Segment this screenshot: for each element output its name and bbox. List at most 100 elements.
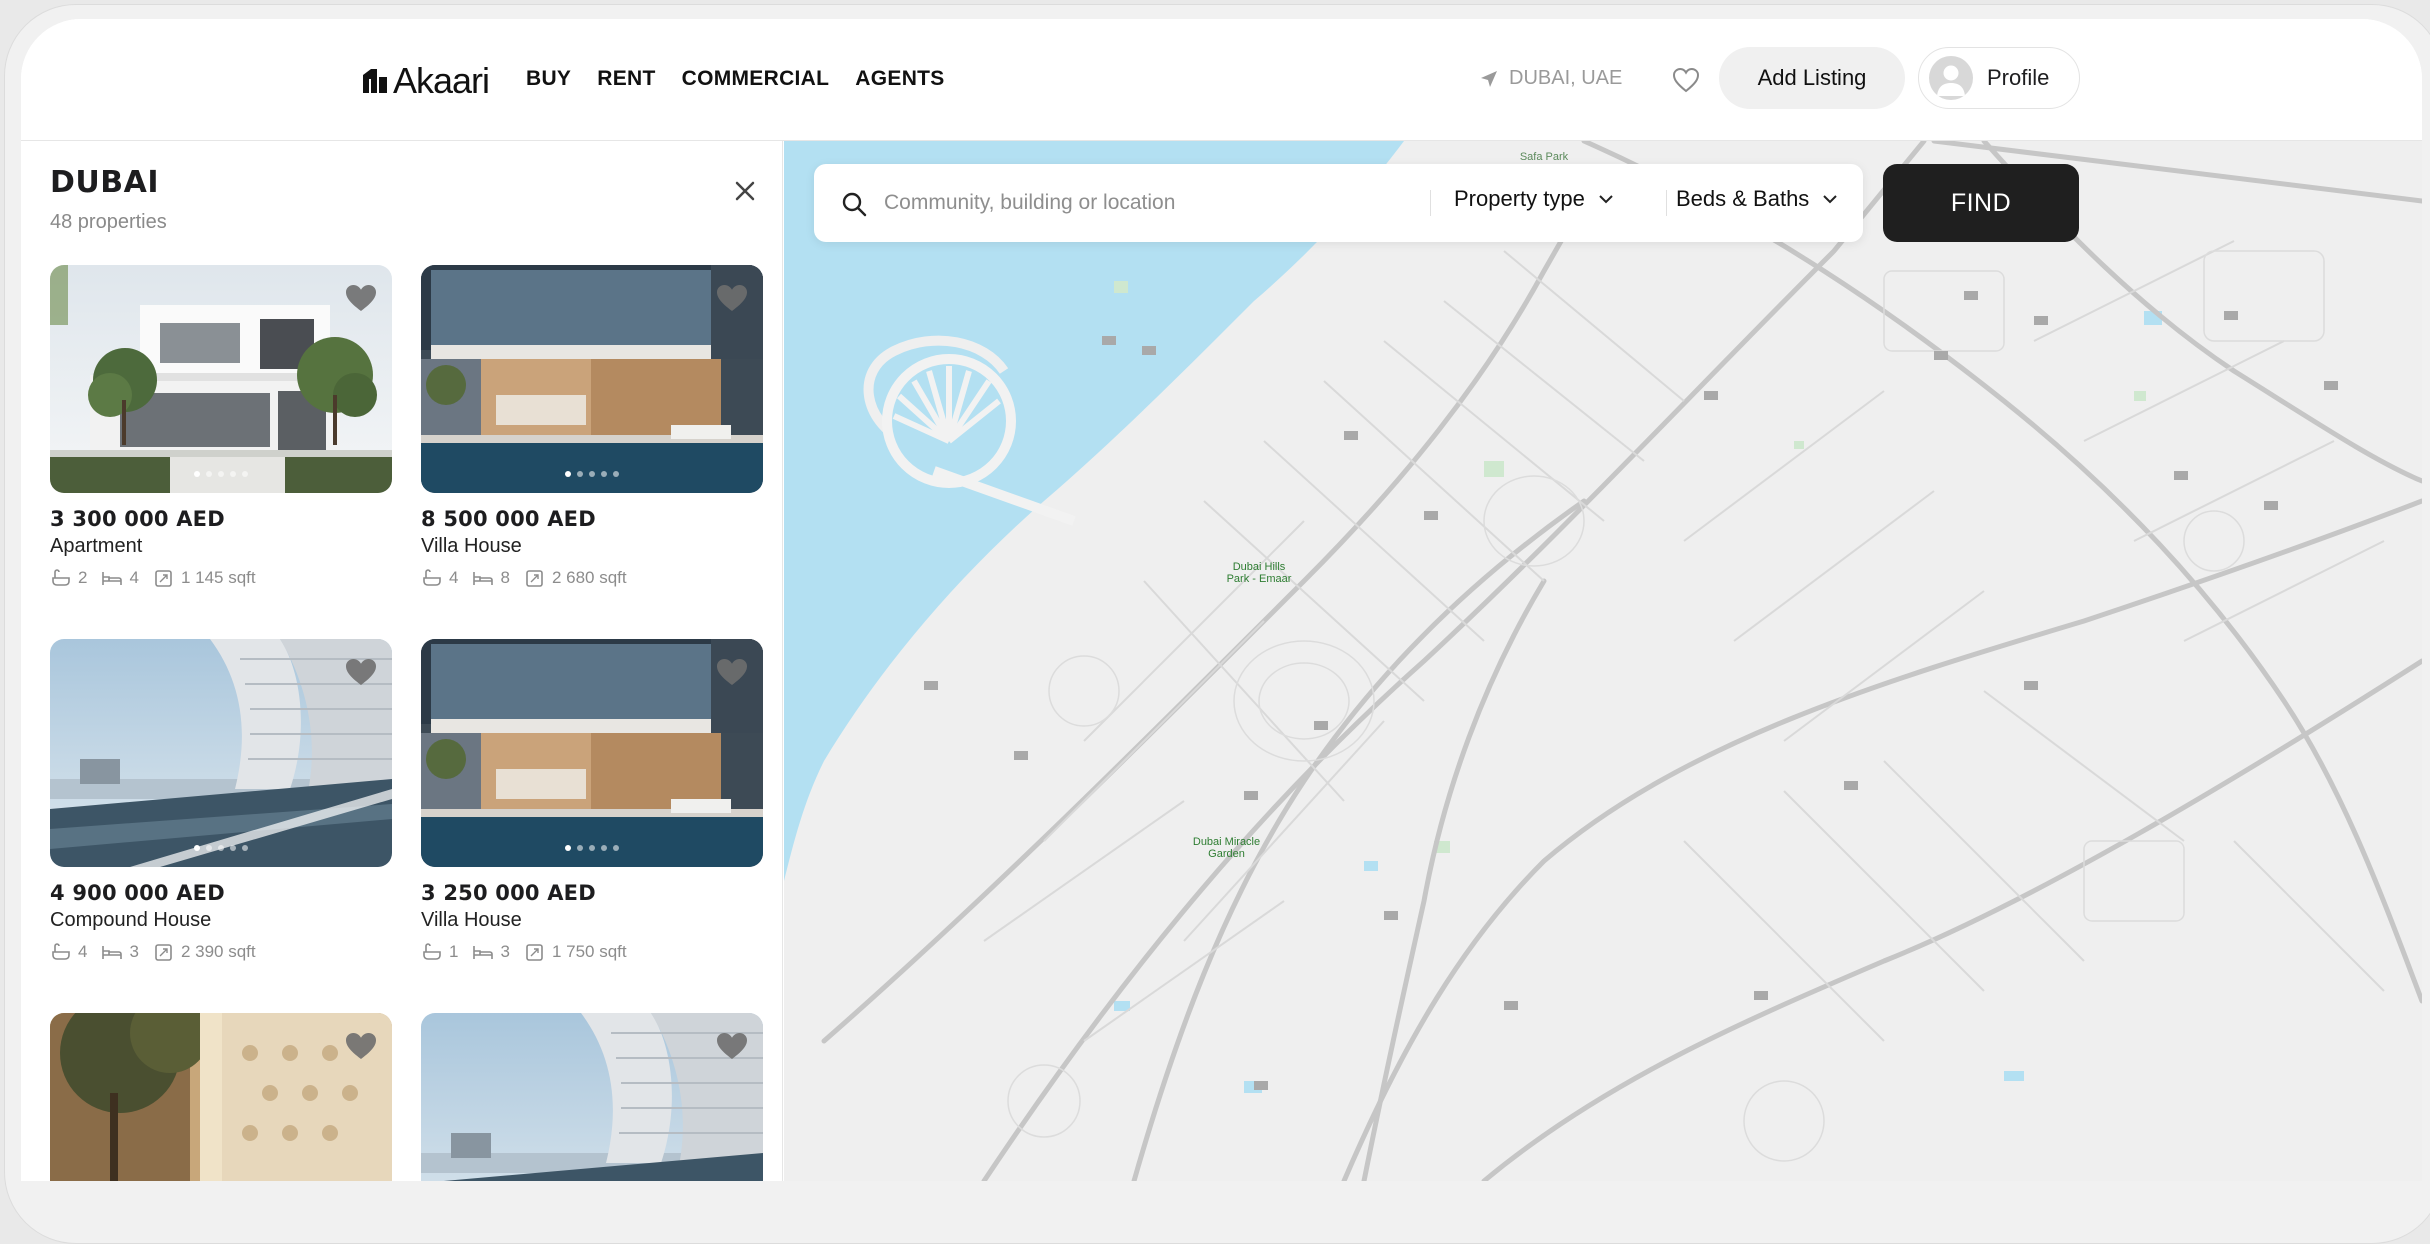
bed-count: 8: [500, 568, 510, 587]
property-price: 3 250 000 AED: [421, 881, 596, 905]
bed-icon: [102, 572, 123, 585]
property-photo[interactable]: [421, 639, 763, 867]
property-card[interactable]: 8 500 000 AED Villa House 4 8 2 680 sqft: [421, 265, 763, 588]
close-panel-button[interactable]: [731, 177, 759, 205]
divider: [1430, 190, 1431, 216]
logo-text: Akaari: [393, 60, 490, 101]
nav-rent[interactable]: RENT: [597, 67, 655, 91]
property-type-label: Property type: [1454, 186, 1585, 211]
heart-icon: [346, 1033, 376, 1059]
property-card[interactable]: 4 900 000 AED Compound House 4 3 2 390 s…: [50, 639, 392, 962]
save-property-button[interactable]: [344, 1031, 378, 1061]
beds-baths-label: Beds & Baths: [1676, 186, 1810, 211]
heart-icon: [346, 659, 376, 685]
area-value: 2 680 sqft: [551, 568, 627, 587]
nav-commercial[interactable]: COMMERCIAL: [682, 67, 830, 91]
bed-count: 3: [500, 942, 510, 961]
photo-pagination[interactable]: [421, 471, 763, 477]
bed-icon: [473, 572, 494, 585]
location-selector[interactable]: DUBAI, UAE: [1479, 67, 1622, 90]
beds-baths-dropdown[interactable]: Beds & Baths: [1676, 186, 1839, 212]
property-type: Compound House: [50, 909, 212, 931]
divider: [1666, 190, 1667, 216]
heart-icon: [717, 659, 747, 685]
property-photo[interactable]: [50, 265, 392, 493]
property-specs: 2 4 1 145 sqft: [50, 568, 392, 588]
property-specs: 4 3 2 390 sqft: [50, 942, 392, 962]
property-card[interactable]: 3 300 000 AED Apartment 2 4 1 145 sqft: [50, 265, 392, 588]
heart-icon: [1672, 67, 1700, 93]
profile-label: Profile: [1987, 65, 2050, 90]
bath-count: 1: [449, 942, 459, 961]
map-poi-label[interactable]: Safa Park: [1504, 151, 1584, 163]
bed-count: 3: [129, 942, 139, 961]
property-photo[interactable]: [421, 265, 763, 493]
nav-buy[interactable]: BUY: [526, 67, 571, 91]
search-input[interactable]: [884, 182, 1384, 224]
property-price: 4 900 000 AED: [50, 881, 225, 905]
bath-icon: [52, 569, 70, 586]
results-panel: DUBAI 48 properties 3 300 000 AED Apartm…: [21, 141, 783, 1181]
property-count: 48 properties: [50, 211, 167, 233]
bath-icon: [423, 943, 441, 960]
property-type-dropdown[interactable]: Property type: [1454, 186, 1615, 212]
chevron-down-icon: [1823, 195, 1838, 204]
area-value: 2 390 sqft: [180, 942, 256, 961]
bath-count: 4: [78, 942, 88, 961]
heart-icon: [717, 1033, 747, 1059]
device-frame: Akaari BUY RENT COMMERCIAL AGENTS DUBAI,…: [4, 4, 2430, 1244]
map-poi-label[interactable]: Dubai Miracle Garden: [1189, 836, 1264, 860]
map-view[interactable]: Dubai Hills Park - Emaar Dubai Miracle G…: [784, 141, 2422, 1181]
top-header: Akaari BUY RENT COMMERCIAL AGENTS DUBAI,…: [21, 19, 2422, 141]
bath-icon: [52, 943, 70, 960]
bed-icon: [102, 946, 123, 959]
property-type: Apartment: [50, 535, 143, 557]
location-arrow-icon: [1481, 70, 1497, 87]
logo[interactable]: Akaari: [361, 60, 490, 101]
screen: Akaari BUY RENT COMMERCIAL AGENTS DUBAI,…: [21, 19, 2422, 1181]
bed-count: 4: [129, 568, 139, 587]
area-icon: [526, 944, 543, 961]
avatar: [1929, 56, 1973, 100]
favorites-button[interactable]: [1669, 63, 1703, 97]
close-icon: [735, 181, 755, 201]
heart-icon: [346, 285, 376, 311]
add-listing-button[interactable]: Add Listing: [1719, 47, 1905, 109]
save-property-button[interactable]: [344, 657, 378, 687]
area-icon: [155, 570, 172, 587]
save-property-button[interactable]: [344, 283, 378, 313]
area-icon: [155, 944, 172, 961]
search-icon: [842, 192, 867, 217]
main-nav: BUY RENT COMMERCIAL AGENTS: [526, 67, 945, 91]
map-canvas[interactable]: [784, 141, 2422, 1181]
property-specs: 1 3 1 750 sqft: [421, 942, 763, 962]
area-value: 1 145 sqft: [180, 568, 256, 587]
bath-count: 2: [78, 568, 88, 587]
chevron-down-icon: [1599, 195, 1613, 204]
property-photo[interactable]: [50, 639, 392, 867]
location-label: DUBAI, UAE: [1509, 67, 1623, 89]
heart-icon: [717, 285, 747, 311]
property-card[interactable]: 3 250 000 AED Villa House 1 3 1 750 sqft: [421, 639, 763, 962]
nav-agents[interactable]: AGENTS: [855, 67, 944, 91]
property-photo[interactable]: [50, 1013, 392, 1181]
property-price: 8 500 000 AED: [421, 507, 596, 531]
photo-pagination[interactable]: [50, 471, 392, 477]
property-card[interactable]: [421, 1013, 763, 1181]
find-button[interactable]: FIND: [1883, 164, 2079, 242]
property-price: 3 300 000 AED: [50, 507, 225, 531]
profile-button[interactable]: Profile: [1918, 47, 2080, 109]
bath-icon: [423, 569, 441, 586]
logo-icon: [361, 67, 389, 95]
area-value: 1 750 sqft: [551, 942, 627, 961]
save-property-button[interactable]: [715, 657, 749, 687]
save-property-button[interactable]: [715, 1031, 749, 1061]
map-poi-label[interactable]: Dubai Hills Park - Emaar: [1224, 561, 1294, 585]
bath-count: 4: [449, 568, 459, 587]
property-card[interactable]: [50, 1013, 392, 1181]
photo-pagination[interactable]: [421, 845, 763, 851]
save-property-button[interactable]: [715, 283, 749, 313]
photo-pagination[interactable]: [50, 845, 392, 851]
panel-title: DUBAI: [50, 165, 160, 200]
property-photo[interactable]: [421, 1013, 763, 1181]
